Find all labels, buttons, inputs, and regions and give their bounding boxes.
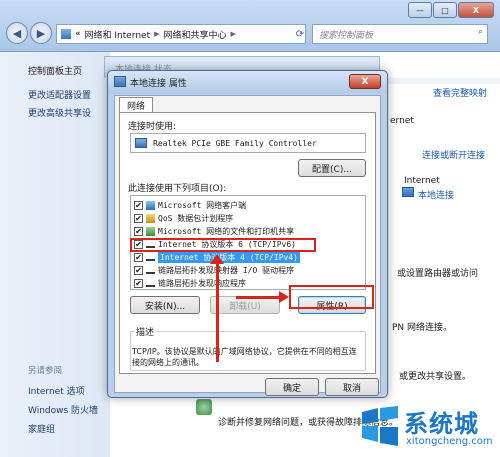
- right-arrow-annotation-icon: [279, 291, 289, 303]
- forward-button[interactable]: ▶: [30, 22, 52, 44]
- network-connection-icon: [114, 76, 126, 87]
- search-placeholder: 搜索控制面板: [319, 30, 374, 41]
- item-label: Microsoft 网络客户端: [158, 201, 247, 210]
- connect-using-label: 连接时使用:: [128, 122, 177, 132]
- dialog-title: 本地连接 属性: [130, 79, 187, 89]
- description-label: 描述: [134, 325, 157, 338]
- watermark-en: xitongcheng.com: [406, 436, 493, 447]
- homegroup-link[interactable]: 家庭组: [28, 422, 55, 435]
- protocol-icon: [146, 268, 155, 274]
- cancel-button[interactable]: 取消: [325, 378, 379, 396]
- item-label: 链路层拓扑发现映射器 I/O 驱动程序: [158, 266, 295, 275]
- qos-scheduler-icon: [146, 214, 155, 223]
- item-label: Microsoft 网络的文件和打印机共享: [158, 227, 295, 236]
- refresh-icon[interactable]: ⟳: [292, 25, 308, 43]
- item-label: Internet 协议版本 4 (TCP/IPv4): [158, 252, 300, 263]
- view-full-map-link[interactable]: 查看完整映射: [433, 86, 487, 99]
- back-button[interactable]: ◀: [6, 22, 28, 44]
- internet-access-label: Internet: [404, 176, 440, 186]
- horizontal-arrow-annotation: [236, 296, 280, 299]
- xitongcheng-logo-icon: [362, 406, 398, 446]
- change-advanced-sharing-link[interactable]: 更改高级共享设: [28, 106, 91, 119]
- site-watermark: 系统城 xitongcheng.com: [352, 400, 500, 457]
- adapter-icon: [135, 138, 147, 148]
- dialog-close-button[interactable]: X: [349, 74, 381, 89]
- forward-arrow-icon: ▶: [36, 26, 46, 40]
- dialog-titlebar[interactable]: 本地连接 属性 X: [108, 71, 387, 93]
- back-arrow-icon: ◀: [12, 26, 22, 40]
- ipv4-highlight-frame: [130, 238, 316, 252]
- item-checkbox[interactable]: ✔: [134, 214, 143, 223]
- list-item[interactable]: ✔ Microsoft 网络的文件和打印机共享: [134, 225, 294, 238]
- list-item[interactable]: ✔ 链路层拓扑发现响应程序: [134, 277, 246, 290]
- ghost-window-strip: [380, 78, 500, 84]
- connect-disconnect-link[interactable]: 连接或断开连接: [422, 148, 485, 161]
- router-setup-fragment: 或设置路由器或访问: [397, 269, 479, 279]
- address-bar[interactable]: « 网络和 Internet ▶ 网络和共享中心 ▶: [56, 24, 306, 44]
- adapter-field: Realtek PCIe GBE Family Controller: [130, 133, 366, 153]
- description-text: TCP/IP。该协议是默认的广域网络协议，它提供在不同的相互连接的网络上的通讯。: [132, 347, 357, 367]
- caption-buttons: — □ X: [407, 2, 494, 18]
- vertical-arrow-annotation: [216, 262, 219, 362]
- maximize-button[interactable]: □: [433, 2, 457, 18]
- local-connection-link[interactable]: 本地连接: [418, 188, 454, 201]
- install-button[interactable]: 安装(N)...: [130, 296, 200, 314]
- tab-network[interactable]: 网络: [119, 97, 154, 113]
- item-checkbox[interactable]: ✔: [134, 279, 143, 288]
- item-label: QoS 数据包计划程序: [158, 214, 234, 223]
- item-checkbox[interactable]: ✔: [134, 253, 143, 262]
- breadcrumb-separator-icon: ▶: [230, 30, 236, 38]
- internet-options-link[interactable]: Internet 选项: [28, 384, 85, 397]
- breadcrumb-network-center[interactable]: 网络和共享中心: [164, 28, 227, 41]
- explorer-toolbar: — □ X ◀ ▶ « 网络和 Internet ▶ 网络和共享中心 ▶ ⟳ 搜…: [0, 0, 500, 52]
- item-label: 链路层拓扑发现响应程序: [158, 279, 246, 288]
- file-sharing-icon: [146, 227, 155, 236]
- local-connection-properties-dialog: 本地连接 属性 X 网络 连接时使用: Realtek PCIe GBE Fam…: [107, 70, 388, 398]
- list-item[interactable]: ✔ Microsoft 网络客户端: [134, 199, 246, 212]
- breadcrumb-overflow[interactable]: «: [75, 29, 81, 39]
- item-checkbox[interactable]: ✔: [134, 266, 143, 275]
- change-adapter-settings-link[interactable]: 更改适配器设置: [28, 88, 91, 101]
- network-adapter-icon: [402, 187, 414, 197]
- adapter-name: Realtek PCIe GBE Family Controller: [153, 138, 317, 148]
- sharing-settings-fragment: 或更改共享设置。: [399, 372, 472, 382]
- properties-highlight-frame: [289, 285, 374, 309]
- minimize-button[interactable]: —: [408, 2, 432, 18]
- windows-firewall-link[interactable]: Windows 防火墙: [28, 403, 98, 416]
- search-icon: ⌕: [477, 27, 483, 37]
- items-label: 此连接使用下列项目(O):: [128, 184, 227, 194]
- troubleshoot-icon: [196, 399, 212, 415]
- configure-button[interactable]: 配置(C)...: [298, 159, 366, 177]
- breadcrumb-network-internet[interactable]: 网络和 Internet: [85, 28, 151, 41]
- network-client-icon: [146, 201, 155, 210]
- vpn-fragment: PN 网络连接。: [392, 323, 453, 333]
- list-item[interactable]: ✔ 链路层拓扑发现映射器 I/O 驱动程序: [134, 264, 294, 277]
- watermark-cn: 系统城: [404, 410, 479, 438]
- ok-button[interactable]: 确定: [265, 378, 319, 396]
- protocol-icon: [146, 281, 155, 287]
- breadcrumb-separator-icon: ▶: [154, 30, 160, 38]
- item-checkbox[interactable]: ✔: [134, 201, 143, 210]
- protocol-icon: [146, 255, 155, 261]
- list-item[interactable]: ✔ QoS 数据包计划程序: [134, 212, 233, 225]
- item-checkbox[interactable]: ✔: [134, 227, 143, 236]
- internet-fragment: ernet: [390, 116, 414, 126]
- see-also-header: 另请参阅: [28, 366, 63, 376]
- close-window-button[interactable]: X: [458, 2, 494, 18]
- left-pane: 控制面板主页 更改适配器设置 更改高级共享设 另请参阅 Internet 选项 …: [0, 52, 110, 457]
- control-panel-home-link[interactable]: 控制面板主页: [28, 64, 82, 77]
- search-input[interactable]: 搜索控制面板 ⌕: [312, 24, 488, 44]
- control-panel-icon: [61, 29, 71, 39]
